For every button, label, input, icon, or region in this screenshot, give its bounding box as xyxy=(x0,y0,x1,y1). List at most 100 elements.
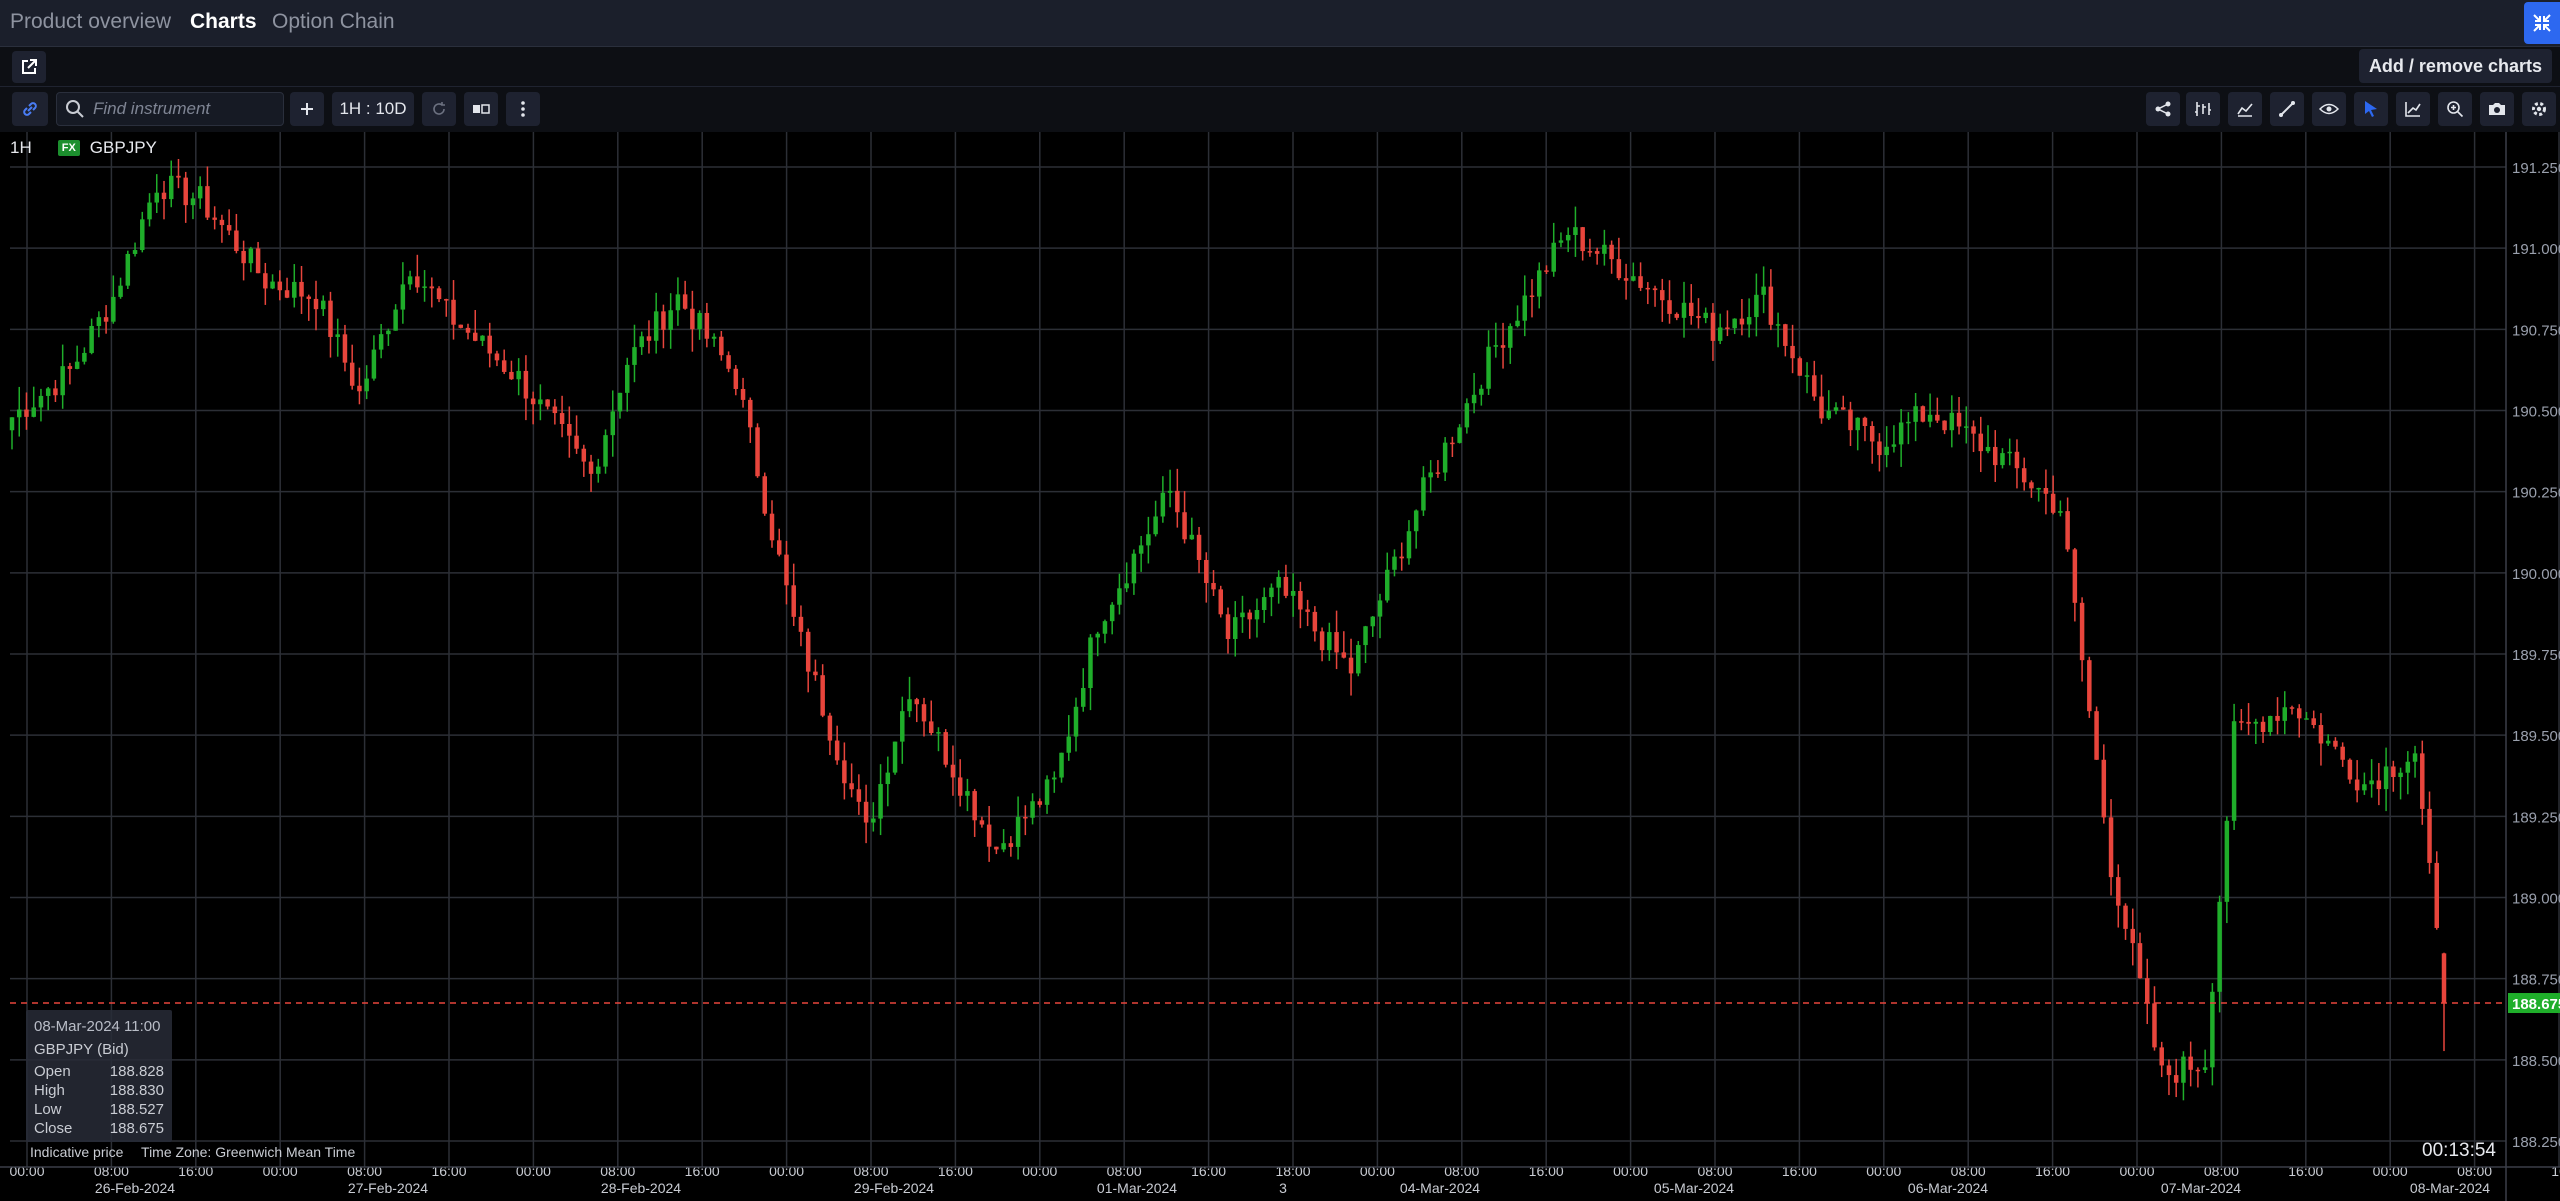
candle-body xyxy=(2434,862,2440,928)
candle-body xyxy=(1544,270,1549,272)
x-axis-time-label: 16:00 xyxy=(2288,1163,2323,1179)
interval-button[interactable]: 1H : 10D xyxy=(332,92,414,126)
visibility-button[interactable] xyxy=(2312,92,2346,126)
candle-body xyxy=(1573,227,1578,235)
symbol-label[interactable]: GBPJPY xyxy=(90,138,157,158)
candle-body xyxy=(284,290,290,298)
candle-body xyxy=(791,585,796,617)
candle-body xyxy=(2173,1075,2179,1083)
snapshot-button[interactable] xyxy=(2480,92,2514,126)
y-axis-tick-label: 188.750 xyxy=(2512,972,2560,989)
candle-body xyxy=(675,294,681,311)
draw-line-button[interactable] xyxy=(2270,92,2304,126)
add-remove-charts-button[interactable]: Add / remove charts xyxy=(2358,49,2552,83)
candle-body xyxy=(1739,318,1745,325)
candle-body xyxy=(1978,433,1984,452)
candle-body xyxy=(1131,553,1137,584)
candle-body xyxy=(596,466,601,474)
expand-collapse-button[interactable] xyxy=(2524,2,2560,44)
tab-charts[interactable]: Charts xyxy=(190,10,257,34)
trend-button[interactable] xyxy=(2396,92,2430,126)
link-icon xyxy=(23,102,37,116)
studies-button[interactable] xyxy=(2228,92,2262,126)
asset-class-badge: FX xyxy=(57,140,80,156)
candle-body xyxy=(1703,312,1708,319)
find-instrument-input[interactable] xyxy=(93,99,273,119)
tab-product-overview[interactable]: Product overview xyxy=(10,10,171,34)
candle-body xyxy=(769,513,775,541)
chart-toolbar: 1H : 10D xyxy=(0,88,2560,132)
candle-body xyxy=(1327,632,1332,651)
candle-body xyxy=(936,732,941,734)
candle-body xyxy=(480,335,485,341)
candle-body xyxy=(1580,227,1585,252)
candle-body xyxy=(1508,326,1513,348)
candle-body xyxy=(603,435,608,467)
candle-body xyxy=(1196,534,1202,560)
x-axis-time-label: 00:00 xyxy=(1866,1163,1901,1179)
share-button[interactable] xyxy=(2146,92,2180,126)
tab-option-chain[interactable]: Option Chain xyxy=(272,10,395,34)
candle-body xyxy=(1725,327,1730,329)
studies-icon xyxy=(2237,103,2253,117)
candle-body xyxy=(1949,412,1955,431)
candle-body xyxy=(559,413,565,425)
candle-body xyxy=(1797,358,1803,376)
interval-label: 1H xyxy=(10,138,32,157)
candle-body xyxy=(2195,1069,2201,1072)
refresh-button[interactable] xyxy=(422,92,456,126)
more-options-button[interactable] xyxy=(506,92,540,126)
y-axis-tick-label: 188.250 xyxy=(2512,1134,2560,1151)
candle-body xyxy=(711,336,717,339)
candle-body xyxy=(1732,318,1737,329)
candle-body xyxy=(31,407,36,417)
candle-body xyxy=(1059,752,1064,778)
price-chart[interactable]: 191.250 191.000 190.750 190.500 190.250 190.0… xyxy=(0,132,2560,1201)
x-axis-time-label: 00:00 xyxy=(2119,1163,2154,1179)
candle-body xyxy=(2101,759,2107,818)
plus-icon xyxy=(301,103,313,115)
candle-body xyxy=(1898,422,1904,445)
candle-body xyxy=(1631,276,1636,281)
top-tab-bar: Product overview Charts Option Chain xyxy=(0,0,2560,47)
candle-body xyxy=(458,324,464,328)
cursor-button[interactable] xyxy=(2354,92,2388,126)
zoom-button[interactable] xyxy=(2438,92,2472,126)
chart-type-button[interactable] xyxy=(464,92,498,126)
candle-body xyxy=(2065,511,2070,550)
ohlc-value: 188.828 xyxy=(109,1063,164,1080)
candle-body xyxy=(1189,534,1195,540)
candle-body xyxy=(2181,1056,2186,1083)
find-instrument-field[interactable] xyxy=(56,92,284,126)
bar-countdown: 00:13:54 xyxy=(2422,1140,2496,1161)
candle-body xyxy=(494,353,500,361)
indicators-button[interactable] xyxy=(2186,92,2220,126)
candle-body xyxy=(1754,294,1759,318)
candle-body xyxy=(1602,244,1607,254)
x-axis-time-label: 08:00 xyxy=(1697,1163,1732,1179)
candle-body xyxy=(422,286,427,288)
chart-area[interactable]: 191.250 191.000 190.750 190.500 190.250 190.0… xyxy=(0,132,2560,1201)
candle-body xyxy=(2420,753,2425,809)
candle-body xyxy=(624,364,630,393)
candle-body xyxy=(393,309,398,331)
link-button[interactable] xyxy=(12,92,48,126)
candle-body xyxy=(653,311,659,341)
popout-button[interactable] xyxy=(12,51,46,83)
x-axis-time-label: 08:00 xyxy=(2204,1163,2239,1179)
candle-body xyxy=(234,230,239,251)
candle-body xyxy=(704,312,710,339)
candle-body xyxy=(2253,721,2259,724)
candle-body xyxy=(1768,286,1774,325)
candle-body xyxy=(1884,446,1889,456)
candle-body xyxy=(89,325,94,353)
candle-body xyxy=(96,317,102,326)
candle-body xyxy=(176,175,181,178)
candle-body xyxy=(1486,346,1491,389)
x-axis-time-label: 00:00 xyxy=(516,1163,551,1179)
add-instrument-button[interactable] xyxy=(290,92,324,126)
x-axis-date-label: 05-Mar-2024 xyxy=(1654,1180,1734,1196)
settings-button[interactable] xyxy=(2522,92,2556,126)
candle-body xyxy=(161,192,167,200)
candle-body xyxy=(1167,490,1173,493)
